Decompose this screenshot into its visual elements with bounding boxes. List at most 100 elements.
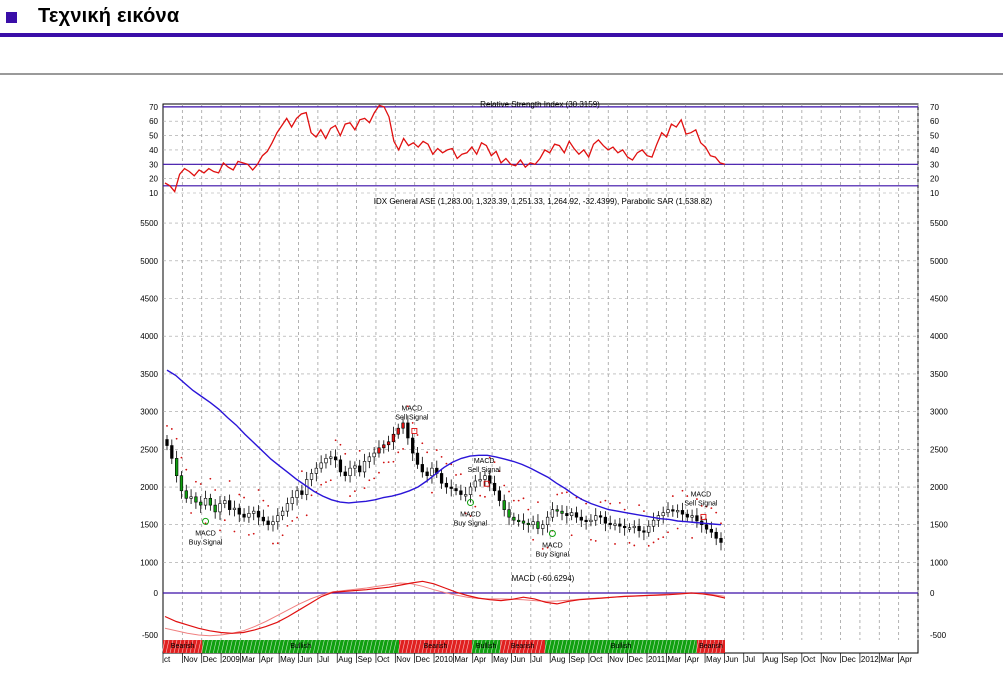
sar-dot — [402, 448, 404, 450]
sar-dot — [618, 501, 621, 504]
x-tick-label: Jul — [745, 655, 755, 664]
candle-body — [439, 473, 444, 484]
candle-body — [247, 513, 251, 518]
candle-body — [232, 507, 237, 510]
candle-body — [531, 521, 535, 526]
candle-body — [666, 509, 670, 513]
square-bullet-icon — [6, 12, 17, 23]
signal-label: Buy Signal — [189, 539, 223, 546]
sar-dot — [671, 495, 674, 497]
x-tick-label: Aug — [338, 655, 352, 664]
sar-dot — [243, 496, 245, 499]
price-y-tick-left: 3000 — [140, 408, 158, 417]
signal-label: Buy Signal — [454, 521, 488, 528]
candle-body — [690, 515, 694, 518]
trend-segment-label: Bullish — [476, 643, 497, 650]
sar-dot — [561, 492, 563, 494]
sar-dot — [474, 505, 477, 508]
candle-body — [324, 458, 328, 464]
sar-dot — [479, 494, 482, 497]
sar-dot — [363, 487, 366, 490]
x-tick-label: Dec — [416, 655, 430, 664]
candle-body — [401, 422, 405, 429]
signal-label: Sell Signal — [395, 414, 429, 421]
sar-dot — [195, 480, 197, 483]
sar-dot — [599, 501, 602, 503]
rsi-y-tick-left: 70 — [149, 103, 158, 112]
x-tick-label: Aug — [551, 655, 565, 664]
candle-body — [497, 490, 502, 501]
sar-dot — [387, 461, 390, 464]
candle-body — [685, 513, 689, 518]
sar-dot — [623, 508, 626, 511]
candle-body — [579, 516, 583, 521]
price-y-tick-left: 3500 — [140, 370, 158, 379]
candle-body — [353, 465, 357, 469]
candle-body — [367, 456, 371, 462]
sar-dot — [421, 442, 424, 445]
candle-body — [208, 498, 212, 506]
candle-body — [170, 445, 174, 459]
candle-body — [406, 422, 410, 439]
candle-body — [165, 439, 169, 446]
x-tick-label: May — [280, 655, 295, 664]
candle-body — [348, 467, 352, 477]
macd-y-tick-right: 0 — [930, 589, 935, 598]
candle-body — [377, 447, 381, 454]
candle-body — [502, 500, 506, 510]
candle-body — [179, 475, 184, 492]
x-tick-label: 2010 — [435, 655, 453, 664]
sar-dot — [426, 451, 429, 454]
candle-body — [526, 522, 530, 526]
candle-body — [464, 494, 468, 497]
candle-body — [545, 516, 550, 526]
candle-body — [719, 537, 723, 543]
sar-dot — [681, 489, 684, 492]
sar-dot — [609, 502, 612, 505]
sar-dot — [267, 504, 270, 507]
candle-body — [483, 475, 487, 480]
candle-body — [550, 509, 555, 518]
macd-y-tick-right: -500 — [930, 631, 947, 640]
candle-body — [517, 519, 521, 522]
candle-body — [574, 512, 579, 518]
sar-dot — [257, 489, 260, 491]
sar-dot — [310, 494, 313, 497]
candle-body — [676, 510, 680, 513]
sar-dot — [223, 519, 226, 522]
signal-label: MACD — [460, 512, 481, 519]
trend-segment-label: Bullish — [611, 643, 632, 650]
candle-body — [444, 482, 449, 488]
candle-body — [565, 513, 569, 516]
technical-chart: Relative Strength Index (30.3159) IDX Ge… — [0, 90, 1003, 677]
x-tick-label: Dec — [203, 655, 217, 664]
x-tick-label: Dec — [629, 655, 643, 664]
sar-dot — [431, 491, 433, 494]
sar-dot — [647, 544, 650, 547]
x-tick-label: Mar — [880, 655, 894, 664]
sar-dot — [522, 497, 525, 500]
candle-body — [391, 433, 396, 443]
rsi-y-tick-left: 10 — [149, 189, 158, 198]
sar-dot — [199, 483, 202, 485]
sar-dot — [512, 499, 515, 502]
candle-body — [333, 456, 338, 461]
candle-body — [396, 427, 400, 435]
sar-dot — [638, 504, 641, 507]
x-tick-label: 2009 — [222, 655, 240, 664]
sar-dot — [209, 477, 212, 480]
trend-segment-label: Bearish — [511, 643, 535, 650]
candle-body — [512, 516, 516, 521]
sar-dot — [532, 538, 535, 541]
candle-body — [661, 512, 665, 516]
sar-dot — [565, 491, 568, 494]
candle-body — [218, 503, 222, 513]
page-header: Τεχνική εικόνα — [0, 0, 1003, 38]
candle-body — [430, 467, 434, 477]
sar-dot — [320, 483, 323, 486]
candle-body — [647, 525, 651, 533]
x-tick-label: Oct — [377, 655, 390, 664]
macd-y-tick-left: 0 — [154, 589, 159, 598]
x-tick-label: Nov — [609, 655, 623, 664]
candle-body — [194, 496, 198, 503]
